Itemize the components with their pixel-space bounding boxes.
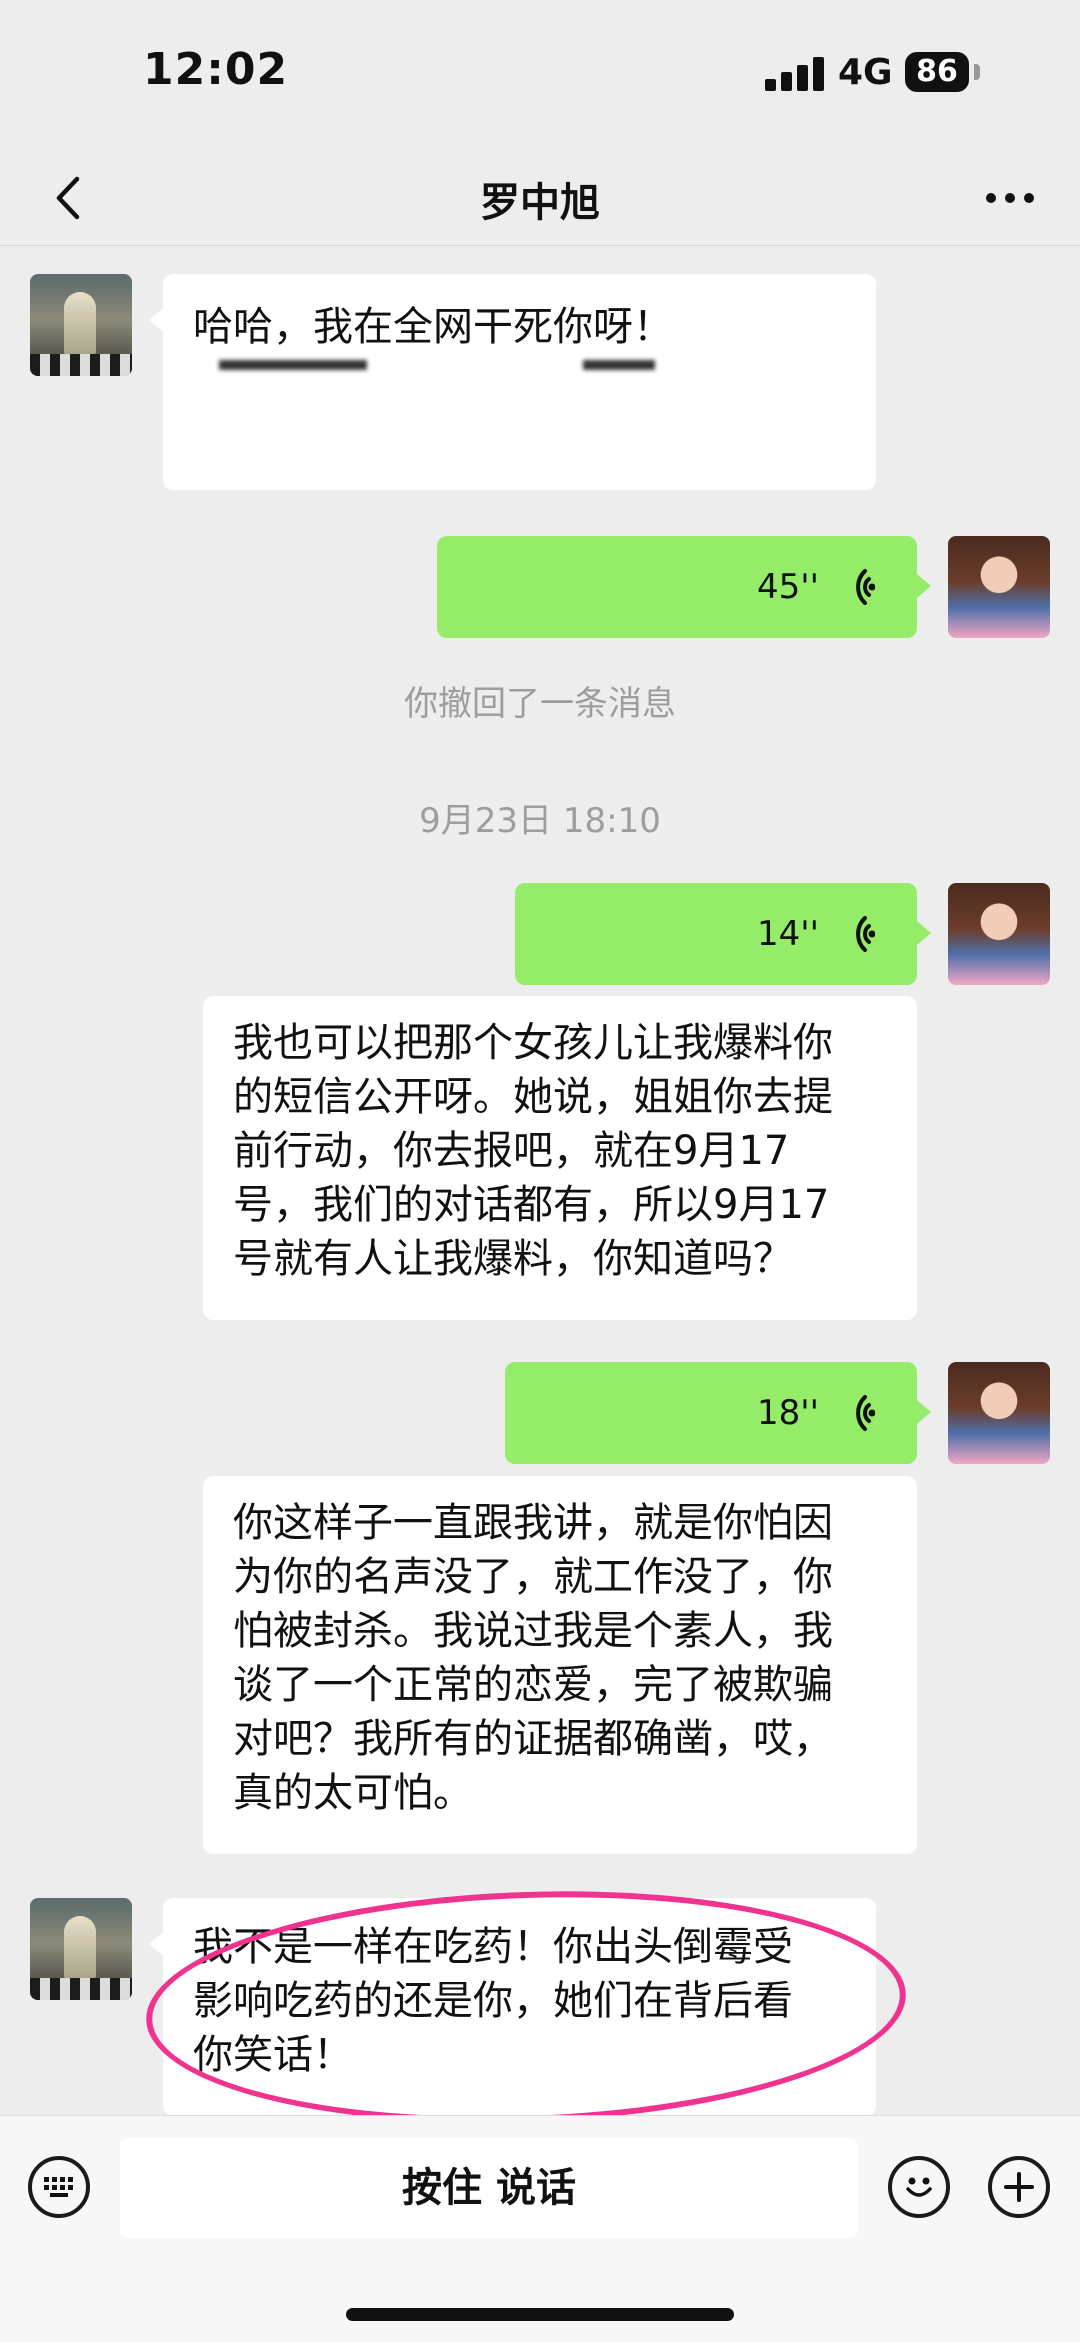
chat-header: 罗中旭 — [0, 150, 1080, 246]
battery-icon: 86 — [905, 52, 969, 92]
my-avatar[interactable] — [948, 883, 1050, 985]
plus-icon[interactable] — [988, 2156, 1050, 2218]
voice-transcription[interactable]: 你这样子一直跟我讲，就是你怕因 为你的名声没了，就工作没了，你 怕被封杀。我说过… — [203, 1476, 917, 1854]
received-message-bubble[interactable]: 哈哈，我在全网干死你呀！ — [149, 274, 876, 490]
voice-wave-icon — [856, 569, 875, 605]
keyboard-icon[interactable] — [28, 2156, 90, 2218]
emoji-icon[interactable] — [888, 2156, 950, 2218]
contact-avatar[interactable] — [30, 1898, 132, 2000]
recall-notice: 你撤回了一条消息 — [404, 684, 676, 724]
voice-duration: 14'' — [757, 914, 819, 954]
transcription-text: 我也可以把那个女孩儿让我爆料你 的短信公开呀。她说，姐姐你去提 前行动，你去报吧… — [233, 1020, 833, 1282]
timestamp: 9月23日 18:10 — [419, 801, 661, 841]
voice-message-bubble[interactable]: 45'' — [437, 536, 931, 638]
voice-wave-icon — [856, 1395, 875, 1431]
redacted-text — [219, 360, 367, 370]
my-avatar[interactable] — [948, 536, 1050, 638]
transcription-text: 你这样子一直跟我讲，就是你怕因 为你的名声没了，就工作没了，你 怕被封杀。我说过… — [233, 1500, 833, 1816]
voice-duration: 45'' — [757, 567, 819, 607]
message-text: 哈哈，我在全网干死你呀！ — [193, 304, 673, 350]
network-type: 4G — [838, 52, 893, 93]
voice-wave-icon — [856, 916, 875, 952]
contact-avatar[interactable] — [30, 274, 132, 376]
my-avatar[interactable] — [948, 1362, 1050, 1464]
voice-message-bubble[interactable]: 14'' — [515, 883, 931, 985]
hold-to-talk-button[interactable]: 按住 说话 — [120, 2138, 858, 2238]
voice-transcription[interactable]: 我也可以把那个女孩儿让我爆料你 的短信公开呀。她说，姐姐你去提 前行动，你去报吧… — [203, 996, 917, 1320]
voice-duration: 18'' — [757, 1393, 819, 1433]
status-bar: 12:02 4G 86 — [0, 0, 1080, 150]
chat-title: 罗中旭 — [480, 180, 600, 226]
redacted-text — [583, 360, 655, 370]
home-indicator — [346, 2308, 734, 2321]
voice-message-bubble[interactable]: 18'' — [505, 1362, 931, 1464]
more-dots-icon[interactable] — [980, 168, 1040, 228]
status-time: 12:02 — [143, 44, 289, 95]
signal-icon — [765, 57, 825, 91]
battery-tip — [974, 64, 980, 80]
